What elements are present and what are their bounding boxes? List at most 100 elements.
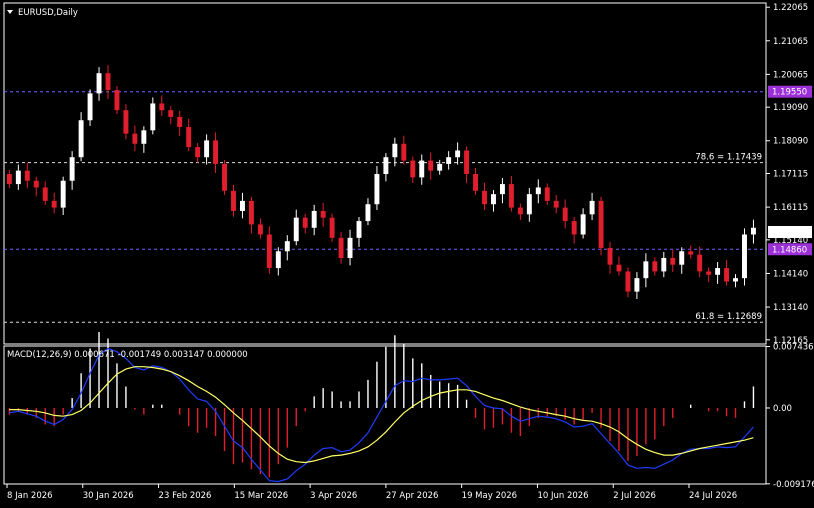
candle-body[interactable]: [248, 200, 254, 225]
candle-body[interactable]: [616, 264, 622, 272]
price-tick-label: 1.18090: [773, 137, 808, 147]
candle-body[interactable]: [239, 200, 245, 211]
candle-body[interactable]: [544, 187, 550, 201]
candle-body[interactable]: [589, 200, 595, 215]
candle-body[interactable]: [132, 133, 138, 144]
candle-body[interactable]: [598, 200, 604, 248]
candle-body[interactable]: [473, 174, 479, 191]
x-tick-label: 2 Jul 2026: [613, 491, 656, 501]
candle-body[interactable]: [428, 160, 434, 171]
candle-body[interactable]: [329, 217, 335, 238]
candle-body[interactable]: [607, 247, 613, 265]
symbol-dropdown-icon[interactable]: [7, 10, 13, 14]
candle-body[interactable]: [204, 140, 210, 158]
candle-body[interactable]: [338, 237, 344, 258]
candle-body[interactable]: [42, 187, 48, 201]
candle-body[interactable]: [123, 110, 129, 134]
candle-body[interactable]: [195, 147, 201, 158]
candle-body[interactable]: [392, 143, 398, 158]
candle-body[interactable]: [177, 116, 183, 127]
candle-body[interactable]: [275, 251, 281, 269]
candle-body[interactable]: [742, 234, 747, 279]
candle-body[interactable]: [159, 103, 165, 111]
candle-body[interactable]: [643, 261, 649, 279]
candle-body[interactable]: [186, 126, 192, 148]
candle-body[interactable]: [634, 278, 640, 292]
candle-body[interactable]: [374, 174, 380, 205]
candle-body[interactable]: [679, 251, 685, 265]
candle-body[interactable]: [437, 163, 443, 171]
candle-body[interactable]: [6, 174, 12, 185]
candle-body[interactable]: [69, 157, 75, 181]
candle-body[interactable]: [482, 190, 487, 205]
candle-body[interactable]: [141, 130, 147, 144]
candle-body[interactable]: [383, 157, 389, 175]
candle-body[interactable]: [410, 160, 416, 178]
candle-body[interactable]: [114, 90, 120, 111]
candle-body[interactable]: [293, 217, 299, 242]
candle-body[interactable]: [365, 204, 371, 222]
candle-body[interactable]: [33, 180, 39, 188]
price-chart[interactable]: 78.6 = 1.17439 61.8 = 1.12689 1.22065 1.21…: [0, 0, 814, 504]
candle-body[interactable]: [311, 210, 317, 228]
candle-body[interactable]: [51, 200, 57, 208]
candle-body[interactable]: [750, 227, 756, 235]
candle-body[interactable]: [356, 221, 362, 238]
x-tick-label: 15 Mar 2026: [234, 491, 288, 501]
chart-window: 78.6 = 1.17439 61.8 = 1.12689 1.22065 1.21…: [0, 0, 814, 504]
candle-body[interactable]: [96, 73, 102, 94]
candle-body[interactable]: [446, 157, 452, 164]
candle-body[interactable]: [24, 170, 30, 181]
candle-body[interactable]: [652, 261, 658, 272]
candle-body[interactable]: [499, 184, 505, 195]
candle-body[interactable]: [15, 170, 21, 185]
candle-body[interactable]: [535, 187, 541, 195]
price-tick-label: 1.20065: [773, 70, 808, 80]
candle-body[interactable]: [222, 163, 227, 191]
x-tick-label: 30 Jan 2026: [83, 491, 134, 501]
candle-body[interactable]: [266, 234, 272, 269]
candle-body[interactable]: [455, 150, 461, 158]
candle-body[interactable]: [733, 278, 738, 282]
candle-body[interactable]: [302, 217, 308, 228]
candle-body[interactable]: [419, 160, 425, 178]
macd-tick-label: 0.00: [773, 404, 792, 414]
candle-body[interactable]: [464, 150, 470, 175]
candle-body[interactable]: [257, 224, 263, 235]
candle-body[interactable]: [715, 268, 721, 275]
candle-body[interactable]: [78, 120, 84, 158]
candle-body[interactable]: [320, 210, 326, 218]
candle-body[interactable]: [697, 254, 703, 272]
candle-body[interactable]: [724, 268, 730, 282]
candle-body[interactable]: [284, 241, 290, 252]
x-tick-label: 19 May 2026: [462, 491, 517, 501]
candle-body[interactable]: [526, 194, 532, 215]
candle-body[interactable]: [562, 207, 568, 222]
signal-line: [9, 366, 754, 464]
candle-body[interactable]: [553, 200, 559, 208]
candle-body[interactable]: [670, 257, 676, 265]
candle-body[interactable]: [105, 73, 111, 91]
candle-body[interactable]: [508, 184, 514, 208]
candle-body[interactable]: [150, 103, 156, 131]
candle-body[interactable]: [168, 110, 174, 117]
candle-body[interactable]: [491, 194, 496, 205]
candle-body[interactable]: [213, 140, 219, 164]
price-tick-label: 1.13140: [773, 303, 808, 313]
candle-body[interactable]: [688, 251, 694, 255]
candle-body[interactable]: [347, 237, 353, 258]
candle-body[interactable]: [517, 207, 523, 215]
price-tick-label: 1.17115: [773, 170, 808, 180]
candle-body[interactable]: [661, 257, 667, 272]
candle-body[interactable]: [231, 190, 236, 211]
candle-body[interactable]: [706, 271, 712, 275]
candle-body[interactable]: [580, 214, 586, 235]
candle-body[interactable]: [571, 221, 577, 235]
candle-body[interactable]: [60, 180, 66, 208]
x-tick-label: 3 Apr 2026: [310, 491, 357, 501]
candle-body[interactable]: [87, 93, 93, 121]
candle-body[interactable]: [625, 271, 631, 292]
level-price-tag-text: 1.19550: [772, 88, 807, 98]
fib-level-label: 61.8 = 1.12689: [695, 312, 762, 322]
candle-body[interactable]: [401, 143, 407, 161]
